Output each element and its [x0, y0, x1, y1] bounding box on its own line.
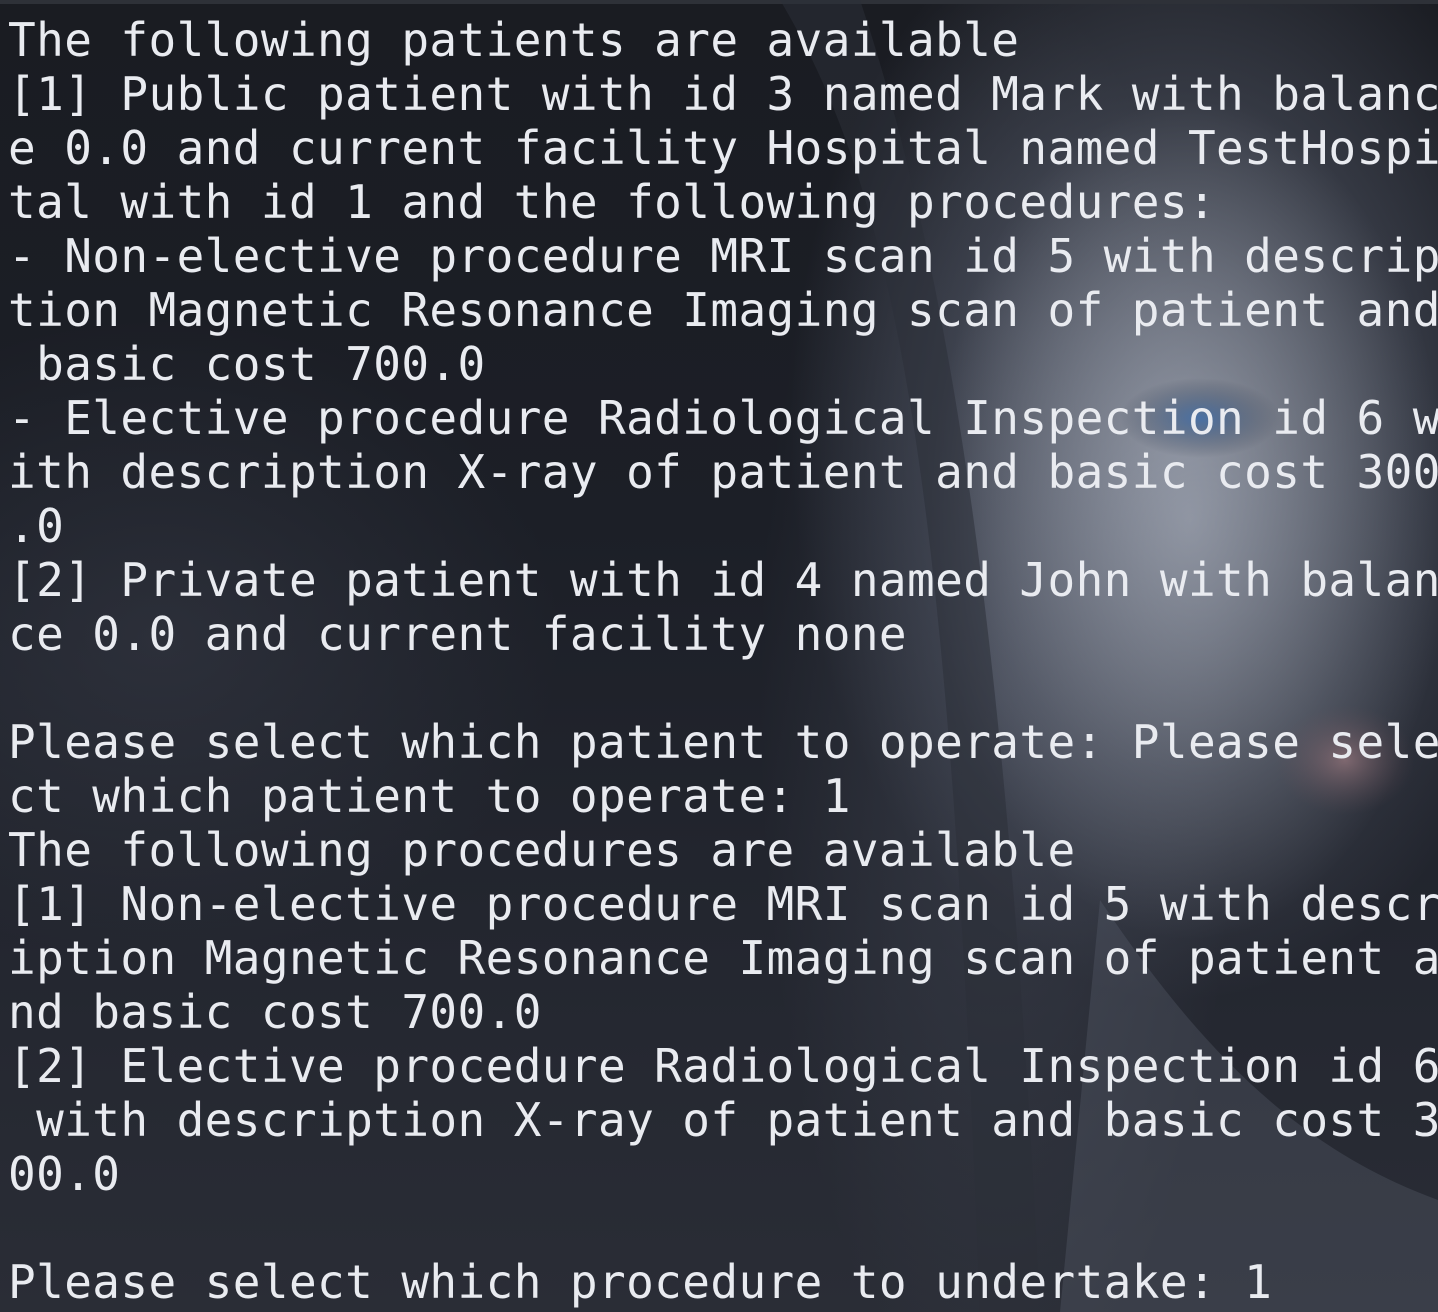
terminal-line: nd basic cost 700.0: [8, 985, 542, 1039]
terminal-line: - Elective procedure Radiological Inspec…: [8, 391, 1438, 445]
terminal-line: [1] Non-elective procedure MRI scan id 5…: [8, 877, 1438, 931]
terminal-line: - Non-elective procedure MRI scan id 5 w…: [8, 229, 1438, 283]
terminal-line: with description X-ray of patient and ba…: [8, 1093, 1438, 1147]
terminal-line: [2] Private patient with id 4 named John…: [8, 553, 1438, 607]
terminal-line: .0: [8, 499, 65, 553]
terminal-line: Please select which procedure to underta…: [8, 1255, 1273, 1309]
terminal-line: e 0.0 and current facility Hospital name…: [8, 121, 1438, 175]
terminal-line: Please select which patient to operate: …: [8, 715, 1438, 769]
terminal-line: tion Magnetic Resonance Imaging scan of …: [8, 283, 1438, 337]
terminal-line: [1] Public patient with id 3 named Mark …: [8, 67, 1438, 121]
terminal-line: tal with id 1 and the following procedur…: [8, 175, 1217, 229]
terminal-line: ce 0.0 and current facility none: [8, 607, 908, 661]
terminal-line: [2] Elective procedure Radiological Insp…: [8, 1039, 1438, 1093]
terminal-line: 00.0: [8, 1147, 121, 1201]
terminal-line: basic cost 700.0: [8, 337, 486, 391]
terminal-line: ct which patient to operate: 1: [8, 769, 851, 823]
terminal-line: The following procedures are available: [8, 823, 1076, 877]
terminal-window[interactable]: The following patients are available [1] …: [0, 0, 1438, 1312]
terminal-output[interactable]: The following patients are available [1] …: [8, 13, 1438, 1309]
terminal-line: ith description X-ray of patient and bas…: [8, 445, 1438, 499]
terminal-line: iption Magnetic Resonance Imaging scan o…: [8, 931, 1438, 985]
terminal-line: The following patients are available: [8, 13, 1020, 67]
